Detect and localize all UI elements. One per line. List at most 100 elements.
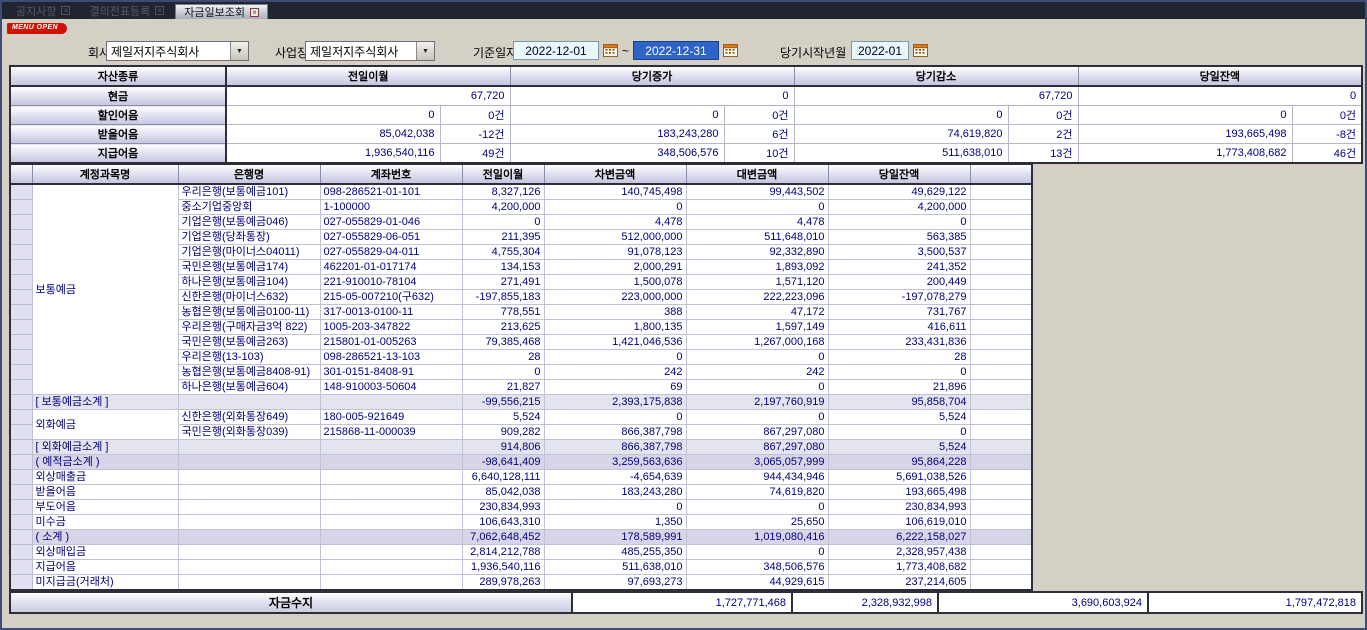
summary-count-cell: 49건 <box>440 144 510 164</box>
bank-name-cell: 중소기업중앙회 <box>178 200 320 215</box>
summary-count-cell: 10건 <box>724 144 794 164</box>
row-selector-cell[interactable] <box>10 245 32 260</box>
detail-row: 지급어음1,936,540,116511,638,010348,506,5761… <box>10 560 1032 575</box>
row-selector-cell[interactable] <box>10 515 32 530</box>
empty-cell <box>178 515 320 530</box>
row-selector-cell[interactable] <box>10 380 32 395</box>
empty-cell <box>178 530 320 545</box>
row-selector-cell[interactable] <box>10 335 32 350</box>
bank-name-cell: 신한은행(마이너스632) <box>178 290 320 305</box>
account-number-cell: 180-005-921649 <box>320 410 462 425</box>
detail-row: ( 소계 )7,062,648,452178,589,9911,019,080,… <box>10 530 1032 545</box>
chevron-down-icon[interactable]: ▼ <box>230 42 248 60</box>
row-selector-cell[interactable] <box>10 365 32 380</box>
company-select[interactable]: 제일저지주식회사 ▼ <box>106 41 249 61</box>
row-selector-cell[interactable] <box>10 545 32 560</box>
detail-row: ( 예적금소계 )-98,641,4093,259,563,6363,065,0… <box>10 455 1032 470</box>
row-selector-cell[interactable] <box>10 230 32 245</box>
row-selector-cell[interactable] <box>10 200 32 215</box>
amount-cell: 2,393,175,838 <box>544 395 686 410</box>
summary-count-cell: 0건 <box>1008 106 1078 125</box>
amount-cell: 416,611 <box>828 320 970 335</box>
summary-count-cell: 6건 <box>724 125 794 144</box>
filler-cell <box>970 470 1032 485</box>
calendar-icon[interactable] <box>723 43 738 57</box>
row-label-cell: 부도어음 <box>32 500 178 515</box>
account-number-cell: 098-286521-13-103 <box>320 350 462 365</box>
row-selector-cell[interactable] <box>10 410 32 425</box>
summary-amount-cell: 74,619,820 <box>794 125 1008 144</box>
filler-cell <box>970 395 1032 410</box>
menu-open-button[interactable]: MENU OPEN <box>7 23 67 34</box>
bank-name-cell: 우리은행(13-103) <box>178 350 320 365</box>
row-selector-cell[interactable] <box>10 500 32 515</box>
detail-col-header: 계정과목명 <box>32 164 178 184</box>
detail-row: 미지급금(거래처)289,978,26397,693,27344,929,615… <box>10 575 1032 591</box>
detail-row: 보통예금우리은행(보통예금101)098-286521-01-1018,327,… <box>10 184 1032 200</box>
tab-bar: 공지사항×결의전표등록×자금일보조회× <box>2 2 1365 19</box>
amount-cell: 4,755,304 <box>462 245 544 260</box>
row-selector-cell[interactable] <box>10 320 32 335</box>
tab[interactable]: 결의전표등록× <box>81 2 172 19</box>
row-selector-cell[interactable] <box>10 440 32 455</box>
row-selector-cell[interactable] <box>10 530 32 545</box>
row-selector-cell[interactable] <box>10 350 32 365</box>
amount-cell: 1,267,000,168 <box>686 335 828 350</box>
row-selector-cell[interactable] <box>10 425 32 440</box>
row-selector-cell[interactable] <box>10 485 32 500</box>
empty-cell <box>320 530 462 545</box>
amount-cell: 79,385,468 <box>462 335 544 350</box>
period-start-input[interactable]: 2022-01 <box>851 41 909 60</box>
amount-cell: 0 <box>686 410 828 425</box>
site-select[interactable]: 제일저지주식회사 ▼ <box>305 41 435 61</box>
tab-close-icon[interactable]: × <box>61 6 70 15</box>
row-selector-cell[interactable] <box>10 215 32 230</box>
row-selector-cell[interactable] <box>10 560 32 575</box>
empty-cell <box>178 575 320 591</box>
row-selector-cell[interactable] <box>10 470 32 485</box>
date-to-input[interactable]: 2022-12-31 <box>633 41 719 60</box>
row-selector-cell[interactable] <box>10 395 32 410</box>
detail-col-header: 당일잔액 <box>828 164 970 184</box>
calendar-icon[interactable] <box>603 43 618 57</box>
amount-cell: 241,352 <box>828 260 970 275</box>
summary-amount-cell: 67,720 <box>794 86 1078 106</box>
amount-cell: 49,629,122 <box>828 184 970 200</box>
tab-close-icon[interactable]: × <box>155 6 164 15</box>
summary-count-cell: -8건 <box>1292 125 1362 144</box>
empty-cell <box>320 515 462 530</box>
summary-amount-cell: 1,773,408,682 <box>1078 144 1292 164</box>
date-from-input[interactable]: 2022-12-01 <box>513 41 599 60</box>
row-selector-cell[interactable] <box>10 275 32 290</box>
grand-total-bar: 자금수지 1,727,771,4682,328,932,9983,690,603… <box>9 591 1363 614</box>
row-selector-cell[interactable] <box>10 260 32 275</box>
row-selector-cell[interactable] <box>10 305 32 320</box>
amount-cell: 69 <box>544 380 686 395</box>
tab-close-icon[interactable]: × <box>250 8 259 17</box>
tab[interactable]: 공지사항× <box>8 2 78 19</box>
summary-amount-cell: 0 <box>1078 106 1292 125</box>
row-selector-cell[interactable] <box>10 290 32 305</box>
filler-col-header <box>970 164 1032 184</box>
bank-name-cell: 하나은행(보통예금104) <box>178 275 320 290</box>
row-selector-cell[interactable] <box>10 575 32 591</box>
filler-cell <box>970 410 1032 425</box>
row-selector-cell[interactable] <box>10 455 32 470</box>
empty-cell <box>178 560 320 575</box>
filler-cell <box>970 275 1032 290</box>
row-label-cell: 외상매입금 <box>32 545 178 560</box>
chevron-down-icon[interactable]: ▼ <box>416 42 434 60</box>
site-select-value: 제일저지주식회사 <box>306 42 416 60</box>
tab[interactable]: 자금일보조회× <box>175 4 268 19</box>
account-number-cell: 462201-01-017174 <box>320 260 462 275</box>
filler-cell <box>970 545 1032 560</box>
calendar-icon[interactable] <box>913 43 928 57</box>
row-label-cell: 외상매출금 <box>32 470 178 485</box>
amount-cell: 5,691,038,526 <box>828 470 970 485</box>
row-selector-cell[interactable] <box>10 184 32 200</box>
detail-body: 보통예금우리은행(보통예금101)098-286521-01-1018,327,… <box>10 184 1032 590</box>
summary-row-label: 받을어음 <box>10 125 226 144</box>
summary-row-label: 현금 <box>10 86 226 106</box>
summary-count-cell: 0건 <box>1292 106 1362 125</box>
summary-count-cell: 0건 <box>440 106 510 125</box>
